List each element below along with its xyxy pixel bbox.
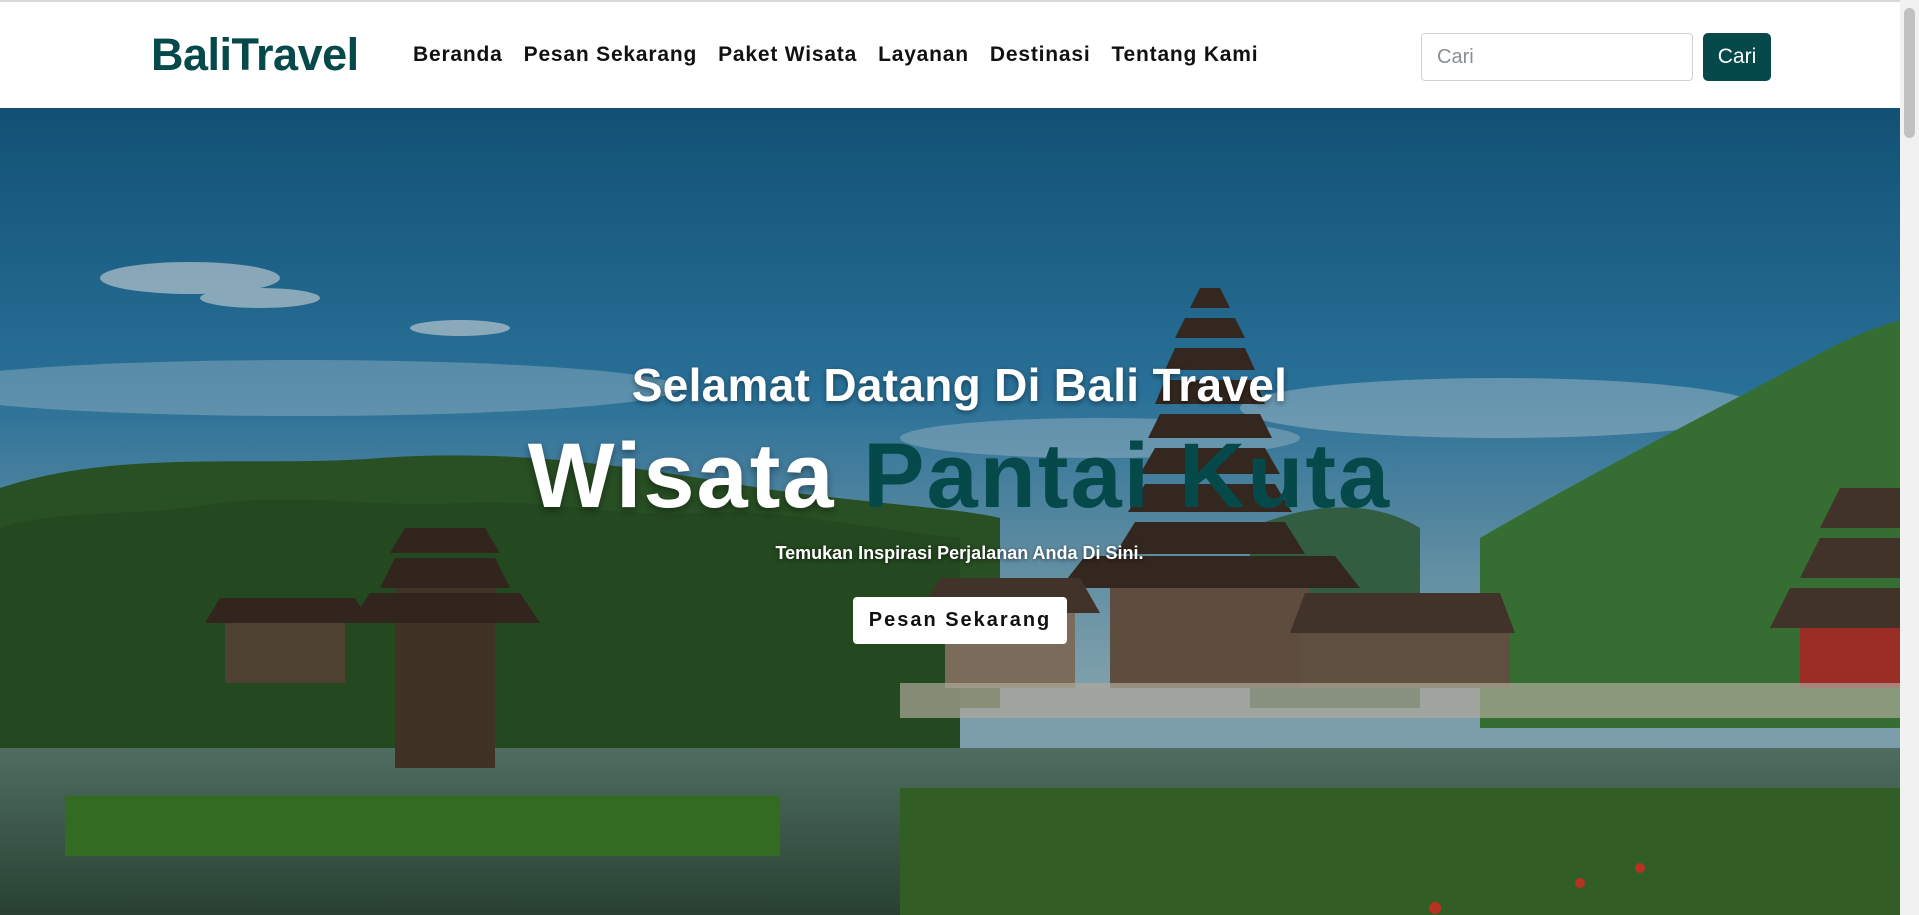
nav-item-destinasi[interactable]: Destinasi: [990, 43, 1091, 67]
nav-item-pesan-sekarang[interactable]: Pesan Sekarang: [524, 43, 697, 67]
hero-welcome-text: Selamat Datang Di Bali Travel: [631, 359, 1288, 411]
brand-logo[interactable]: BaliTravel: [151, 29, 359, 81]
navbar: BaliTravel Beranda Pesan Sekarang Paket …: [0, 2, 1900, 108]
main-menu: Beranda Pesan Sekarang Paket Wisata Laya…: [413, 2, 1279, 108]
page-scrollbar[interactable]: [1900, 0, 1919, 915]
hero-title: Wisata Pantai Kuta: [0, 426, 1919, 526]
nav-item-layanan[interactable]: Layanan: [878, 43, 969, 67]
book-now-button[interactable]: Pesan Sekarang: [853, 597, 1067, 644]
hero-title-part2: Pantai Kuta: [863, 425, 1392, 527]
hero-content: Selamat Datang Di Bali Travel Wisata Pan…: [0, 108, 1919, 915]
hero-title-part1: Wisata: [527, 425, 836, 527]
brand-part-travel: Travel: [231, 29, 360, 80]
nav-item-beranda[interactable]: Beranda: [413, 43, 503, 67]
nav-item-paket-wisata[interactable]: Paket Wisata: [718, 43, 857, 67]
search-button[interactable]: Cari: [1703, 33, 1771, 81]
search-input[interactable]: [1421, 33, 1693, 81]
scrollbar-thumb[interactable]: [1904, 8, 1915, 138]
nav-item-tentang-kami[interactable]: Tentang Kami: [1111, 43, 1258, 67]
brand-part-bali: Bali: [151, 29, 232, 80]
hero-section: Selamat Datang Di Bali Travel Wisata Pan…: [0, 108, 1919, 915]
hero-tagline: Temukan Inspirasi Perjalanan Anda Di Sin…: [775, 543, 1144, 563]
